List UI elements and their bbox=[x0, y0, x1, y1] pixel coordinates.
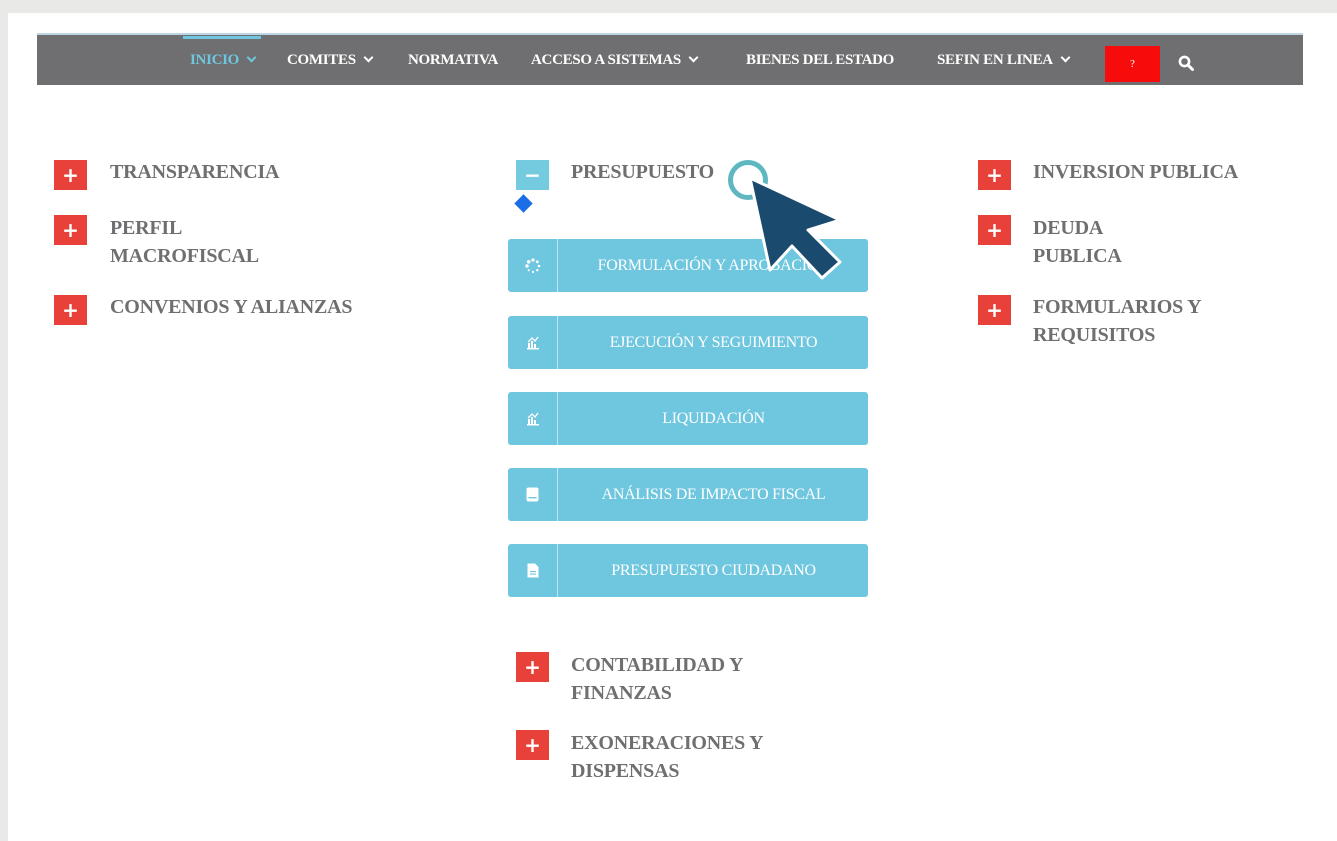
nav-item-label: SEFIN EN LINEA bbox=[937, 51, 1053, 68]
expand-exoneraciones-y-dispensas-button[interactable]: + bbox=[516, 730, 549, 760]
section-label-line: PERFIL bbox=[110, 217, 183, 239]
plus-icon: + bbox=[62, 163, 79, 187]
chevron-down-icon bbox=[688, 52, 699, 63]
section-label-line: EXONERACIONES Y bbox=[571, 732, 764, 754]
nav-item-label: COMITES bbox=[287, 51, 356, 68]
chevron-down-icon bbox=[246, 52, 257, 63]
section-convenios-y-alianzas[interactable]: CONVENIOS Y ALIANZAS bbox=[110, 293, 353, 321]
section-label-line: INVERSION PUBLICA bbox=[1033, 161, 1238, 183]
section-presupuesto[interactable]: PRESUPUESTO bbox=[571, 158, 714, 186]
section-label-line: PUBLICA bbox=[1033, 245, 1122, 267]
submenu-label: LIQUIDACIÓN bbox=[662, 409, 765, 427]
plus-icon: + bbox=[524, 655, 541, 679]
plus-icon: + bbox=[986, 298, 1003, 322]
section-label-line: CONTABILIDAD Y bbox=[571, 654, 744, 676]
submenu-label: EJECUCIÓN Y SEGUIMIENTO bbox=[609, 333, 818, 351]
expand-contabilidad-y-finanzas-button[interactable]: + bbox=[516, 652, 549, 682]
plus-icon: + bbox=[62, 218, 79, 242]
expand-inversion-publica-button[interactable]: + bbox=[978, 160, 1011, 190]
expand-transparencia-button[interactable]: + bbox=[54, 160, 87, 190]
expand-perfil-macrofiscal-button[interactable]: + bbox=[54, 215, 87, 245]
nav-item-label: BIENES DEL ESTADO bbox=[746, 51, 895, 68]
nav-item-normativa[interactable]: NORMATIVA bbox=[408, 35, 498, 85]
plus-icon: + bbox=[524, 733, 541, 757]
plus-icon: + bbox=[986, 218, 1003, 242]
submenu-analisis-de-impacto-fiscal[interactable]: ANÁLISIS DE IMPACTO FISCAL bbox=[508, 468, 868, 521]
section-deuda-publica[interactable]: DEUDA PUBLICA bbox=[1033, 214, 1122, 270]
submenu-label: PRESUPUESTO CIUDADANO bbox=[611, 561, 816, 579]
section-label-line: CONVENIOS Y ALIANZAS bbox=[110, 296, 353, 318]
section-label-line: FORMULARIOS Y bbox=[1033, 296, 1202, 318]
chevron-down-icon bbox=[1060, 52, 1071, 63]
help-button[interactable]: ? bbox=[1105, 46, 1160, 82]
spinner-icon bbox=[508, 239, 558, 292]
submenu-liquidacion[interactable]: LIQUIDACIÓN bbox=[508, 392, 868, 445]
section-label-line: DISPENSAS bbox=[571, 760, 680, 782]
plus-icon: + bbox=[62, 298, 79, 322]
section-label-line: DEUDA bbox=[1033, 217, 1104, 239]
search-icon[interactable] bbox=[1178, 55, 1194, 71]
section-label-line: FINANZAS bbox=[571, 682, 672, 704]
section-contabilidad-y-finanzas[interactable]: CONTABILIDAD Y FINANZAS bbox=[571, 651, 743, 707]
expand-deuda-publica-button[interactable]: + bbox=[978, 215, 1011, 245]
section-label-line: REQUISITOS bbox=[1033, 324, 1156, 346]
nav-item-label: NORMATIVA bbox=[408, 51, 499, 68]
section-label-line: PRESUPUESTO bbox=[571, 161, 715, 183]
submenu-presupuesto-ciudadano[interactable]: PRESUPUESTO CIUDADANO bbox=[508, 544, 868, 597]
section-perfil-macrofiscal[interactable]: PERFIL MACROFISCAL bbox=[110, 214, 259, 270]
collapse-presupuesto-button[interactable]: − bbox=[516, 160, 549, 190]
expand-formularios-y-requisitos-button[interactable]: + bbox=[978, 295, 1011, 325]
chart-icon bbox=[508, 392, 558, 445]
chevron-down-icon bbox=[363, 52, 374, 63]
nav-item-inicio[interactable]: INICIO bbox=[190, 35, 257, 85]
submenu-label: ANÁLISIS DE IMPACTO FISCAL bbox=[601, 485, 826, 503]
expand-convenios-y-alianzas-button[interactable]: + bbox=[54, 295, 87, 325]
section-label-line: MACROFISCAL bbox=[110, 245, 259, 267]
section-inversion-publica[interactable]: INVERSION PUBLICA bbox=[1033, 158, 1238, 186]
nav-item-label: INICIO bbox=[190, 51, 240, 68]
minus-icon: − bbox=[524, 163, 541, 187]
nav-item-sefin-en-linea[interactable]: SEFIN EN LINEA bbox=[937, 35, 1071, 85]
section-transparencia[interactable]: TRANSPARENCIA bbox=[110, 158, 279, 186]
nav-item-bienes-del-estado[interactable]: BIENES DEL ESTADO bbox=[746, 35, 894, 85]
nav-item-comites[interactable]: COMITES bbox=[287, 35, 374, 85]
mouse-pointer-icon bbox=[748, 176, 842, 280]
plus-icon: + bbox=[986, 163, 1003, 187]
book-icon bbox=[508, 468, 558, 521]
help-button-label: ? bbox=[1130, 58, 1135, 70]
nav-item-acceso-a-sistemas[interactable]: ACCESO A SISTEMAS bbox=[531, 35, 699, 85]
chart-icon bbox=[508, 316, 558, 369]
nav-item-label: ACCESO A SISTEMAS bbox=[531, 51, 681, 68]
section-formularios-y-requisitos[interactable]: FORMULARIOS Y REQUISITOS bbox=[1033, 293, 1202, 349]
submenu-ejecucion-y-seguimiento[interactable]: EJECUCIÓN Y SEGUIMIENTO bbox=[508, 316, 868, 369]
section-exoneraciones-y-dispensas[interactable]: EXONERACIONES Y DISPENSAS bbox=[571, 729, 764, 785]
document-icon bbox=[508, 544, 558, 597]
section-label-line: TRANSPARENCIA bbox=[110, 161, 280, 183]
